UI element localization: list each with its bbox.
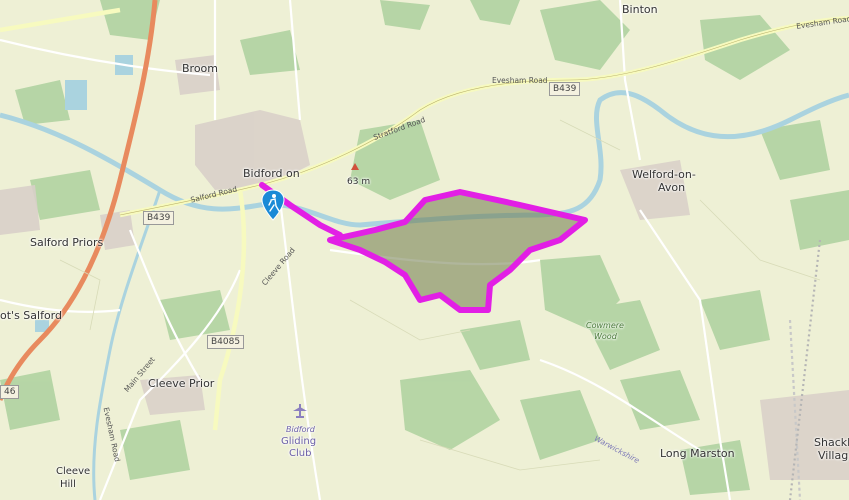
wood-label-1: Cowmere (586, 321, 624, 330)
road-shield-b4085: B4085 (207, 335, 245, 349)
airfield-label-1: Bidford (286, 425, 315, 434)
wood-label-2: Wood (594, 332, 617, 341)
map-canvas[interactable]: Binton Broom Bidford on Salford Priors o… (0, 0, 849, 500)
place-label-long-marston: Long Marston (660, 447, 735, 460)
map-layer (0, 0, 849, 500)
place-label-welford-1: Welford-on- (632, 168, 696, 181)
place-label-shackle-1: Shackle (814, 436, 849, 449)
road-shield-b439-west: B439 (143, 211, 175, 225)
place-label-cleeve-prior: Cleeve Prior (148, 377, 215, 390)
summit-label: 63 m (347, 177, 371, 187)
place-label-welford-2: Avon (658, 181, 686, 194)
road-shield-a46: 46 (0, 385, 20, 399)
place-label-bidford: Bidford on (243, 167, 300, 180)
place-label-cleeve-hill-2: Hill (60, 479, 76, 490)
road-shield-b439-east: B439 (549, 82, 581, 96)
place-label-binton: Binton (622, 3, 658, 16)
road-label-evesham-1: Evesham Road (492, 76, 548, 85)
place-label-salford-priors: Salford Priors (30, 236, 104, 249)
place-label-broom: Broom (182, 62, 219, 75)
place-label-shackle-2: Villag (818, 449, 849, 462)
airfield-label-2: Gliding (281, 436, 317, 447)
airfield-label-3: Club (289, 448, 312, 459)
place-label-cleeve-hill-1: Cleeve (56, 466, 91, 477)
place-label-abbots-salford: ot's Salford (0, 309, 62, 322)
